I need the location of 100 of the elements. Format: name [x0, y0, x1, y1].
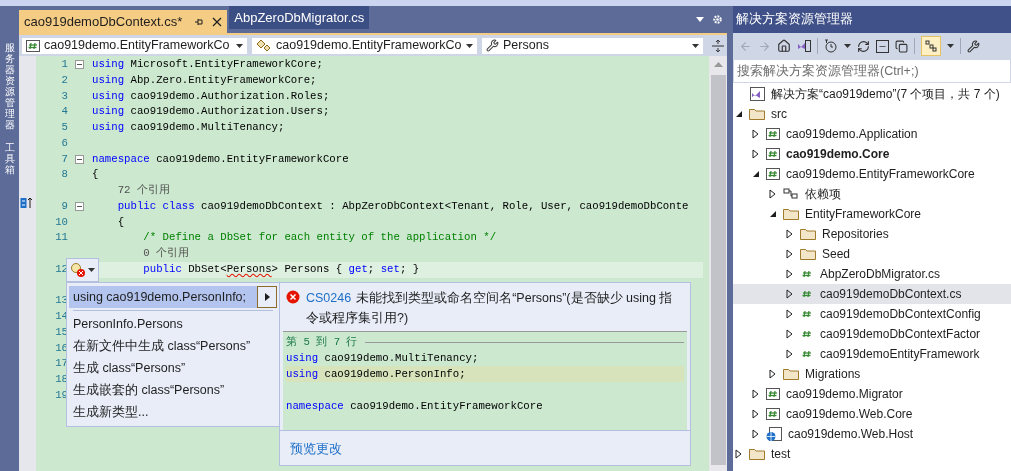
quick-action-button[interactable] [66, 258, 99, 282]
menu-item[interactable]: using cao919demo.PersonInfo; [69, 286, 277, 308]
caret-icon[interactable] [844, 44, 851, 48]
code-lens[interactable]: 72 个引用 [90, 183, 170, 199]
caret-icon [692, 43, 700, 48]
navigation-dropdown[interactable]: cao919demo.EntityFrameworkCo [21, 36, 248, 55]
code-line: { [116, 214, 125, 230]
code-line: using cao919demo.MultiTenancy; [91, 120, 285, 135]
line-number: 7 [60, 151, 68, 167]
menu-item[interactable]: 生成新类型... [69, 401, 277, 423]
scrollbar-thumb[interactable] [710, 75, 726, 465]
hash-icon [800, 328, 814, 340]
tree-item[interactable]: cao919demoDbContextFactor [733, 324, 1011, 344]
expanded-arrow-icon[interactable] [735, 110, 743, 118]
collapsed-arrow-icon[interactable] [769, 189, 777, 199]
folder-icon [749, 448, 765, 460]
line-number: 8 [60, 167, 68, 183]
tree-item[interactable]: AbpZeroDbMigrator.cs [733, 264, 1011, 284]
pin-icon[interactable] [194, 16, 205, 27]
dropdown-icon[interactable] [696, 17, 704, 22]
navigation-dropdown[interactable]: Persons [481, 36, 705, 55]
refresh-icon[interactable] [857, 39, 870, 53]
hash-box-icon [26, 39, 40, 52]
tree-item[interactable]: cao919demo.Application [733, 124, 1011, 144]
tree-item-label: Migrations [805, 366, 861, 383]
collapse-all-icon[interactable] [876, 39, 889, 53]
tree-item[interactable]: cao919demoDbContext.cs [733, 284, 1011, 304]
caret-icon [88, 268, 95, 272]
dropdown-value: cao919demo.EntityFrameworkCo [276, 37, 463, 55]
properties-icon[interactable] [967, 39, 980, 53]
side-tab[interactable]: 工具箱 [4, 142, 15, 175]
tree-item[interactable]: cao919demo.Web.Core [733, 404, 1011, 424]
tree-item-label: EntityFrameworkCore [805, 206, 922, 223]
tree-view-button[interactable] [921, 36, 941, 56]
tree-item[interactable]: src [733, 104, 1011, 124]
expanded-arrow-icon[interactable] [752, 170, 760, 178]
home-icon[interactable] [777, 39, 791, 53]
tree-item[interactable]: 解决方案“cao919demo”(7 个项目，共 7 个) [733, 84, 1011, 104]
panel-title: 解决方案资源管理器 [736, 11, 853, 29]
expanded-arrow-icon[interactable] [769, 210, 777, 218]
tree-item[interactable]: cao919demoEntityFramework [733, 344, 1011, 364]
tree-item[interactable]: cao919demoDbContextConfig [733, 304, 1011, 324]
menu-item[interactable]: 生成 class“Persons” [69, 357, 277, 379]
class-icon [256, 38, 272, 53]
tree-item-label: cao919demo.EntityFrameworkCore [786, 166, 975, 183]
tree-item[interactable]: cao919demo.Migrator [733, 384, 1011, 404]
tree-item-label: test [771, 446, 791, 463]
menu-item[interactable]: 生成嵌套的 class“Persons” [69, 379, 277, 401]
tree-item-label: Seed [822, 246, 851, 263]
switch-views-icon[interactable] [797, 39, 811, 53]
error-icon [286, 290, 300, 304]
tree-item[interactable]: test [733, 444, 1011, 464]
menu-item[interactable]: 在新文件中生成 class“Persons” [69, 335, 277, 357]
globe-window-icon [766, 427, 782, 441]
hash-icon [800, 308, 814, 320]
settings-icon[interactable] [712, 14, 723, 25]
split-editor-icon[interactable] [711, 38, 725, 53]
tree-item[interactable]: cao919demo.Core [733, 144, 1011, 164]
caret-icon [466, 43, 474, 48]
tree-item-label: src [771, 106, 787, 123]
collapse-icon[interactable] [74, 154, 84, 164]
tree-item[interactable]: cao919demo.EntityFrameworkCore [733, 164, 1011, 184]
tree-item-label: cao919demo.Migrator [786, 386, 903, 403]
collapse-icon[interactable] [74, 60, 84, 70]
side-tab[interactable]: 服务器资源管理器 [4, 42, 15, 130]
hash-icon [800, 288, 814, 300]
tree-item[interactable]: Repositories [733, 224, 1011, 244]
line-number: 2 [60, 72, 68, 88]
tree-item-label: cao919demo.Web.Host [788, 426, 914, 443]
close-icon[interactable] [212, 16, 223, 27]
search-field[interactable]: 搜索解决方案资源管理器(Ctrl+;) [733, 59, 1011, 83]
hash-box-icon [766, 408, 780, 420]
solution-icon [749, 87, 765, 101]
tree-item-label: cao919demoDbContextFactor [820, 326, 981, 343]
history-icon[interactable] [824, 39, 838, 53]
menu-item[interactable]: PersonInfo.Persons [69, 313, 277, 335]
tree-item[interactable]: EntityFrameworkCore [733, 204, 1011, 224]
tree-item[interactable]: Migrations [733, 364, 1011, 384]
tree-item[interactable]: cao919demo.Web.Host [733, 424, 1011, 444]
caret-icon[interactable] [947, 44, 954, 48]
override-icon[interactable] [20, 197, 34, 209]
dependencies-icon [783, 188, 799, 200]
tree-item[interactable]: Seed [733, 244, 1011, 264]
vertical-scrollbar[interactable] [709, 56, 727, 471]
code-lens[interactable]: 0 个引用 [90, 246, 190, 262]
line-number: 10 [54, 214, 68, 230]
folder-icon [749, 108, 765, 120]
error-code-link[interactable]: CS0246 [306, 291, 352, 305]
document-tab[interactable]: cao919demoDbContext.cs* [19, 10, 228, 33]
error-message: CS0246 未能找到类型或命名空间名“Persons”(是否缺少 using 指令或程序集引用?) [306, 290, 674, 327]
hash-icon [800, 348, 814, 360]
line-number: 5 [60, 120, 68, 135]
collapse-icon[interactable] [74, 202, 84, 212]
hash-icon [800, 268, 814, 280]
copy-icon[interactable] [895, 39, 908, 53]
tree-item[interactable]: 依赖项 [733, 184, 1011, 204]
document-tab[interactable]: AbpZeroDbMigrator.cs [229, 6, 370, 29]
navigation-dropdown[interactable]: cao919demo.EntityFrameworkCo [251, 36, 479, 55]
preview-line: using cao919demo.MultiTenancy; [286, 351, 480, 366]
preview-changes-link[interactable]: 预览更改 [290, 442, 342, 456]
